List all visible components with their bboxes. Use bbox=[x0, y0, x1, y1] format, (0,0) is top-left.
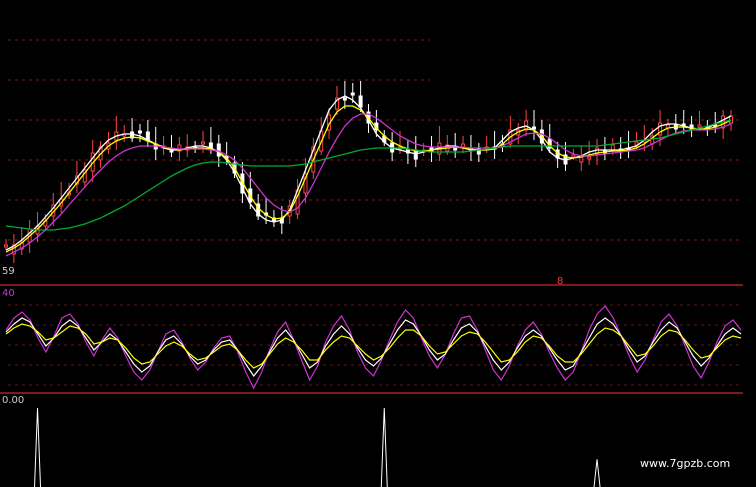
signal-spikes bbox=[34, 407, 601, 487]
candle-body bbox=[571, 154, 576, 158]
candle-body bbox=[201, 141, 206, 145]
candle-body bbox=[358, 95, 363, 108]
oscillator-line bbox=[5, 323, 742, 369]
candle-body bbox=[697, 124, 702, 128]
price-axis-label: 59 bbox=[2, 266, 15, 277]
watermark-text: www.7gpzb.com bbox=[640, 457, 730, 470]
candle-body bbox=[342, 97, 347, 101]
signal-spike bbox=[34, 407, 42, 487]
oscillator-axis-label: 40 bbox=[2, 288, 15, 299]
moving-average-line bbox=[5, 95, 732, 251]
candle-body bbox=[4, 244, 8, 248]
signal-spike bbox=[380, 407, 388, 487]
right-edge-blank bbox=[743, 0, 756, 487]
signal-axis-label: 0.00 bbox=[2, 395, 24, 406]
candle-body bbox=[453, 147, 458, 151]
top-right-blank bbox=[430, 0, 756, 110]
signal-spike bbox=[593, 459, 601, 487]
candle-body bbox=[216, 143, 221, 157]
candle-body bbox=[137, 130, 142, 134]
candle-body bbox=[610, 144, 615, 151]
stock-chart: 59 8 40 0.00 www.7gpzb.com bbox=[0, 0, 756, 487]
candle-body bbox=[531, 126, 536, 130]
candle-body bbox=[587, 156, 592, 160]
price-marker-label: 8 bbox=[557, 276, 563, 287]
oscillator-lines bbox=[5, 305, 742, 390]
candle-body bbox=[350, 92, 355, 96]
